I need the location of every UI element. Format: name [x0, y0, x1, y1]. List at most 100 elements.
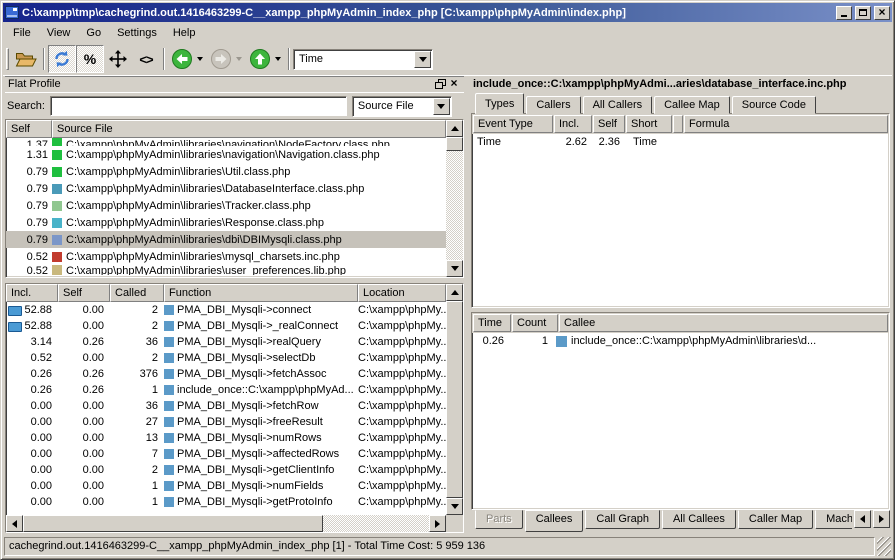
group-by-select[interactable]: Source File — [352, 96, 452, 117]
back-dropdown-caret[interactable] — [197, 57, 203, 61]
horizontal-scrollbar[interactable] — [6, 515, 446, 532]
scrollbar-track[interactable] — [323, 515, 429, 532]
source-file-row[interactable]: 0.79 C:\xampp\phpMyAdmin\libraries\Util.… — [6, 163, 446, 180]
window-titlebar[interactable]: C:\xampp\tmp\cachegrind.out.1416463299-C… — [3, 3, 892, 22]
menu-item[interactable]: Settings — [109, 24, 165, 42]
scrollbar-thumb[interactable] — [23, 515, 323, 532]
column-header-formula[interactable]: Formula — [684, 115, 888, 133]
detail-tab[interactable]: Callers — [526, 96, 580, 114]
search-input[interactable] — [50, 96, 347, 116]
minimize-button[interactable] — [836, 6, 852, 20]
function-row[interactable]: 0.00 0.00 1 PMA_DBI_Mysqli->getProtoInfo… — [6, 494, 446, 510]
column-header-called[interactable]: Called — [110, 284, 164, 302]
callee-row[interactable]: 0.26 1 include_once::C:\xampp\phpMyAdmin… — [472, 333, 889, 349]
function-row[interactable]: 0.52 0.00 2 PMA_DBI_Mysqli->selectDb C:\… — [6, 350, 446, 366]
source-file-row[interactable]: 1.37 C:\xampp\phpMyAdmin\libraries\navig… — [6, 138, 446, 146]
maximize-button[interactable] — [855, 6, 871, 20]
function-row[interactable]: 52.88 0.00 2 PMA_DBI_Mysqli->connect C:\… — [6, 302, 446, 318]
source-file-row[interactable]: 0.79 C:\xampp\phpMyAdmin\libraries\Respo… — [6, 214, 446, 231]
menu-item[interactable]: View — [39, 24, 79, 42]
column-header-self[interactable]: Self — [58, 284, 110, 302]
menu-item[interactable]: File — [5, 24, 39, 42]
toolbar-handle[interactable] — [6, 48, 9, 70]
event-type-row[interactable]: Time 2.62 2.36 Time — [472, 134, 889, 150]
menu-item[interactable]: Go — [78, 24, 109, 42]
up-button[interactable] — [246, 45, 274, 73]
triangle-left-icon — [860, 515, 865, 523]
scroll-up-button[interactable] — [446, 120, 463, 137]
bottom-tab[interactable]: Parts — [475, 510, 523, 529]
back-button[interactable] — [168, 45, 196, 73]
scroll-left-button[interactable] — [6, 515, 23, 532]
event-type-select[interactable]: Time — [293, 49, 433, 70]
scrollbar-thumb[interactable] — [446, 301, 463, 498]
forward-button[interactable] — [207, 45, 235, 73]
column-header-function[interactable]: Function — [164, 284, 358, 302]
scrollbar-thumb[interactable] — [446, 137, 463, 151]
panel-splitter[interactable] — [464, 76, 471, 533]
detail-tab[interactable]: Source Code — [732, 96, 816, 114]
source-file-row[interactable]: 0.52 C:\xampp\phpMyAdmin\libraries\user_… — [6, 265, 446, 275]
scrollbar-track[interactable] — [446, 151, 463, 260]
function-row[interactable]: 0.00 0.00 13 PMA_DBI_Mysqli->numRows C:\… — [6, 430, 446, 446]
resize-grip[interactable] — [877, 537, 891, 556]
scroll-down-button[interactable] — [446, 260, 463, 277]
bottom-tab[interactable]: Caller Map — [738, 510, 813, 529]
column-header-incl[interactable]: Incl. — [6, 284, 58, 302]
source-file-row[interactable]: 0.79 C:\xampp\phpMyAdmin\libraries\Datab… — [6, 180, 446, 197]
function-row[interactable]: 0.26 0.26 1 include_once::C:\xampp\phpMy… — [6, 382, 446, 398]
vertical-scrollbar[interactable] — [446, 120, 463, 277]
scroll-down-button[interactable] — [446, 498, 463, 515]
column-header-incl[interactable]: Incl. — [554, 115, 592, 133]
column-header-short[interactable]: Short — [626, 115, 672, 133]
column-header-time[interactable]: Time — [473, 314, 511, 332]
bottom-tab[interactable]: Callees — [525, 510, 584, 532]
dropdown-button[interactable] — [433, 98, 450, 115]
function-row[interactable]: 0.26 0.26 376 PMA_DBI_Mysqli->fetchAssoc… — [6, 366, 446, 382]
function-row[interactable]: 52.88 0.00 2 PMA_DBI_Mysqli->_realConnec… — [6, 318, 446, 334]
source-file-row[interactable]: 0.79 C:\xampp\phpMyAdmin\libraries\Track… — [6, 197, 446, 214]
tab-scroll-left-button[interactable] — [854, 510, 871, 528]
dropdown-button[interactable] — [414, 51, 431, 68]
column-header-count[interactable]: Count — [512, 314, 558, 332]
column-header-source-file[interactable]: Source File — [52, 120, 446, 138]
close-button[interactable] — [874, 6, 890, 20]
column-header-location[interactable]: Location — [358, 284, 446, 302]
menu-item[interactable]: Help — [165, 24, 204, 42]
cycle-detection-button[interactable] — [104, 45, 132, 73]
scroll-right-button[interactable] — [429, 515, 446, 532]
column-header-self[interactable]: Self — [593, 115, 625, 133]
bottom-tab[interactable]: All Callees — [662, 510, 736, 529]
relative-cost-button[interactable]: <> — [132, 45, 160, 73]
function-row[interactable]: 0.00 0.00 2 PMA_DBI_Mysqli->getClientInf… — [6, 462, 446, 478]
percentage-toggle-button[interactable]: % — [76, 45, 104, 73]
function-row[interactable]: 3.14 0.26 36 PMA_DBI_Mysqli->realQuery C… — [6, 334, 446, 350]
detail-tab[interactable]: Callee Map — [654, 96, 730, 114]
reload-button[interactable] — [48, 45, 76, 73]
bottom-tab[interactable]: Machine — [815, 510, 852, 529]
vertical-scrollbar[interactable] — [446, 284, 463, 515]
forward-dropdown-caret[interactable] — [236, 57, 242, 61]
dock-titlebar[interactable]: Flat Profile — [5, 76, 464, 93]
column-header-self[interactable]: Self — [6, 120, 52, 138]
maximize-icon — [859, 9, 867, 16]
function-row[interactable]: 0.00 0.00 7 PMA_DBI_Mysqli->affectedRows… — [6, 446, 446, 462]
column-header-event-type[interactable]: Event Type — [473, 115, 553, 133]
source-file-row[interactable]: 1.31 C:\xampp\phpMyAdmin\libraries\navig… — [6, 146, 446, 163]
function-row[interactable]: 0.00 0.00 27 PMA_DBI_Mysqli->freeResult … — [6, 414, 446, 430]
tab-scroll-right-button[interactable] — [873, 510, 890, 528]
scroll-up-button[interactable] — [446, 284, 463, 301]
open-file-button[interactable] — [12, 45, 40, 73]
up-dropdown-caret[interactable] — [275, 57, 281, 61]
column-header-callee[interactable]: Callee — [559, 314, 888, 332]
detail-tab[interactable]: All Callers — [583, 96, 653, 114]
close-dock-button[interactable] — [447, 78, 461, 90]
incl-cost: 0.00 — [6, 448, 58, 460]
function-row[interactable]: 0.00 0.00 1 PMA_DBI_Mysqli->numFields C:… — [6, 478, 446, 494]
detail-tab[interactable]: Types — [475, 93, 524, 114]
source-file-row[interactable]: 0.52 C:\xampp\phpMyAdmin\libraries\mysql… — [6, 248, 446, 265]
bottom-tab[interactable]: Call Graph — [585, 510, 660, 529]
function-row[interactable]: 0.00 0.00 36 PMA_DBI_Mysqli->fetchRow C:… — [6, 398, 446, 414]
float-dock-button[interactable] — [433, 78, 447, 90]
source-file-row[interactable]: 0.79 C:\xampp\phpMyAdmin\libraries\dbi\D… — [6, 231, 446, 248]
